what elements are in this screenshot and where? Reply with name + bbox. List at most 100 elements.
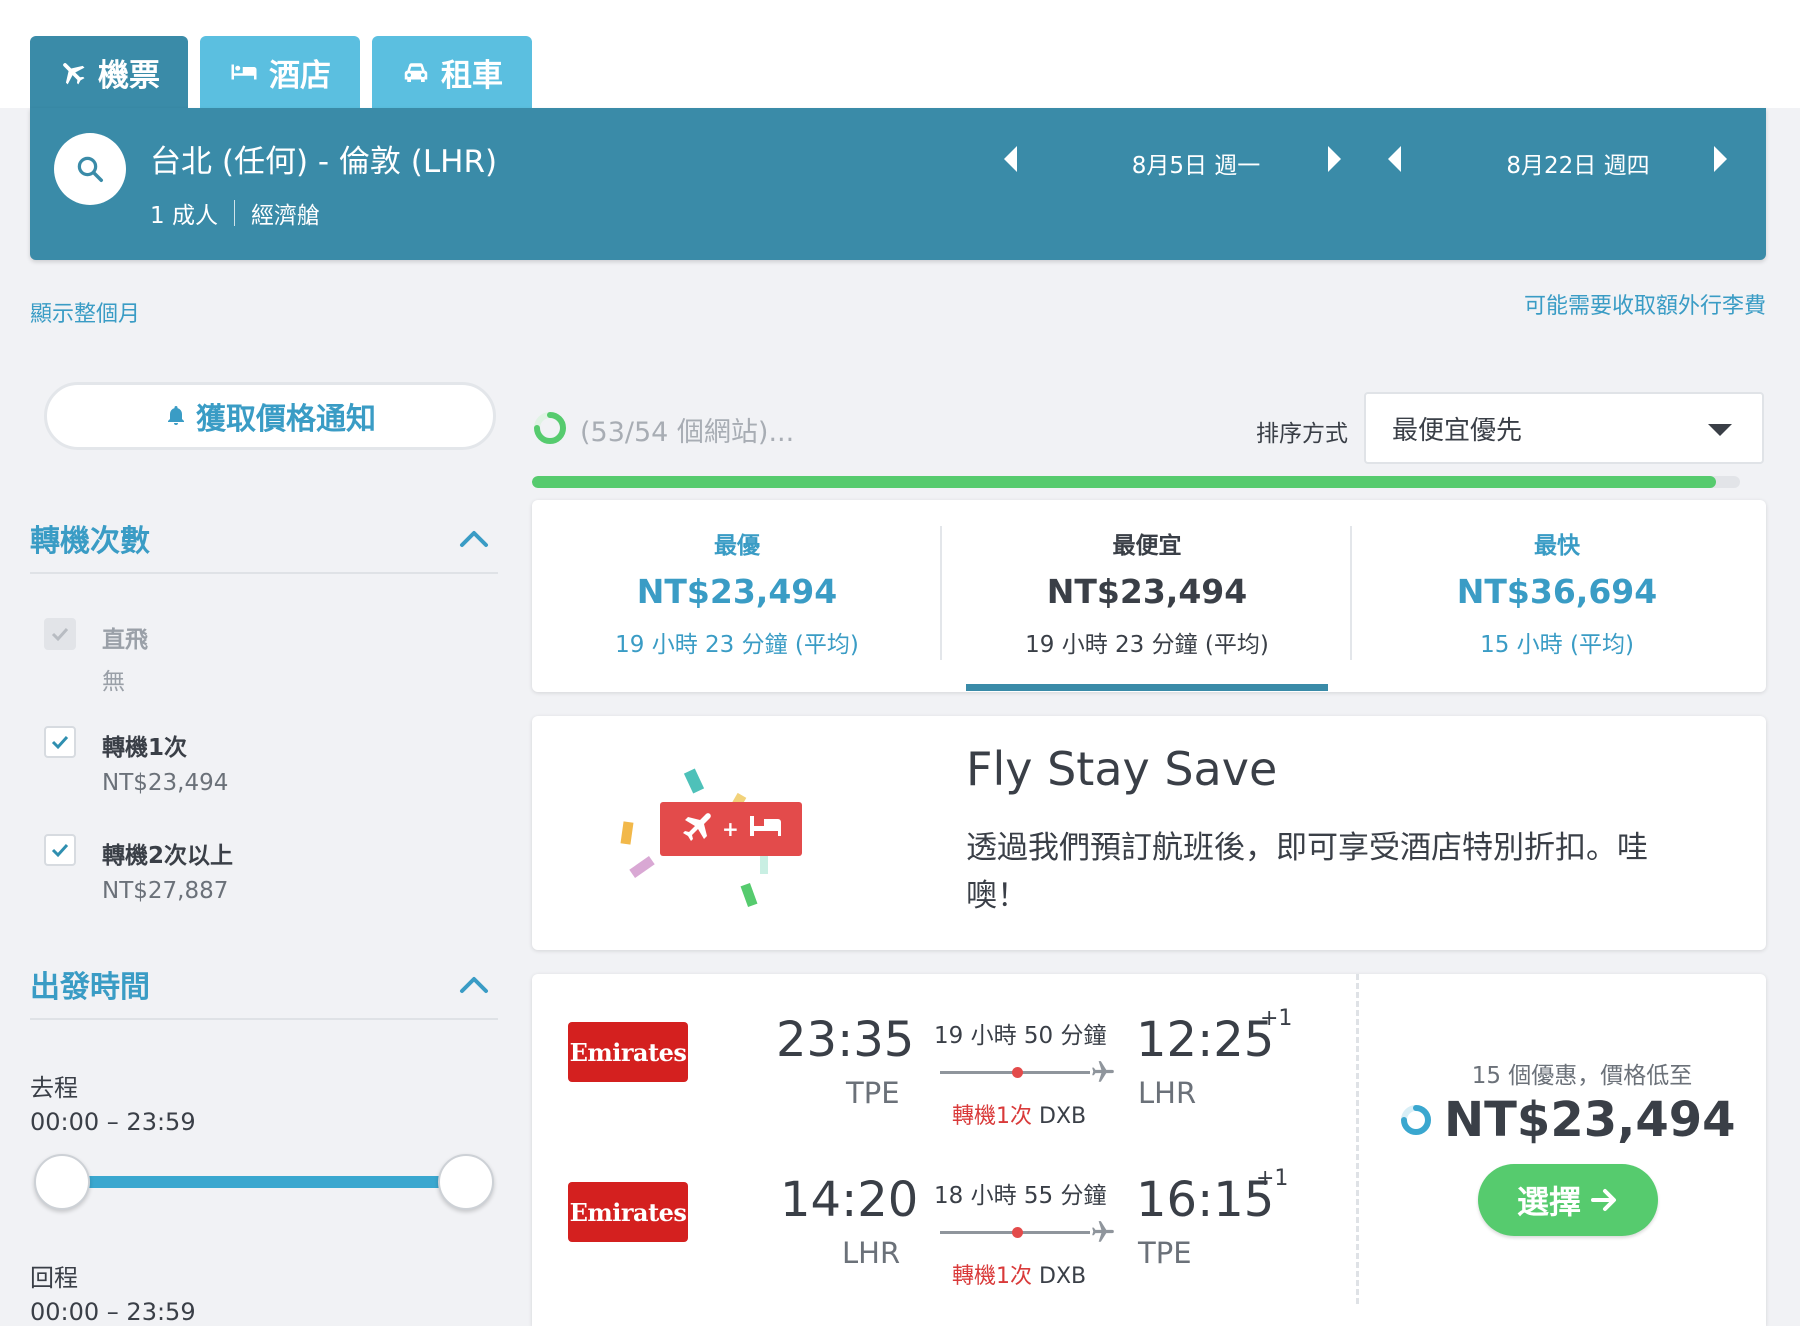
select-label: 選擇 xyxy=(1516,1183,1581,1221)
stop-airport: DXB xyxy=(1039,1264,1087,1289)
search-icon xyxy=(77,156,103,182)
direct-checkbox[interactable] xyxy=(44,618,76,650)
stops-info: 轉機1次 DXB xyxy=(952,1258,1086,1290)
depart-next-day-button[interactable] xyxy=(1328,146,1341,172)
baggage-fee-link[interactable]: 可能需要收取額外行李費 xyxy=(1524,288,1766,320)
sort-select[interactable]: 最便宜優先 xyxy=(1364,392,1764,464)
summary-best[interactable]: 最優 NT$23,494 19 小時 23 分鐘 (平均) xyxy=(532,500,942,690)
flight-duration: 18 小時 55 分鐘 xyxy=(934,1183,1107,1209)
slider-max-handle[interactable] xyxy=(438,1154,494,1210)
price-alert-label: 獲取價格通知 xyxy=(196,402,376,437)
caret-down-icon xyxy=(1708,424,1732,436)
arrow-right-icon xyxy=(1591,1189,1616,1211)
two-plus-stops-price: NT$27,887 xyxy=(102,878,229,904)
divider xyxy=(30,1018,498,1020)
divider xyxy=(30,572,498,574)
chevron-up-icon[interactable] xyxy=(458,528,490,548)
flight-hotel-bundle-icon: + xyxy=(620,768,802,908)
stop-airport: DXB xyxy=(1039,1104,1087,1129)
price-alert-button[interactable]: 獲取價格通知 xyxy=(44,382,496,450)
tab-label: 租車 xyxy=(441,57,503,94)
airline-logo: Emirates xyxy=(568,1022,688,1082)
chevron-up-icon[interactable] xyxy=(458,974,490,994)
summary-duration: 15 小時 (平均) xyxy=(1480,632,1634,658)
stops-count: 轉機1次 xyxy=(952,1264,1032,1289)
tab-flights[interactable]: 機票 xyxy=(30,36,188,108)
divider xyxy=(1356,974,1359,1304)
plane-icon xyxy=(1092,1061,1114,1082)
summary-price: NT$23,494 xyxy=(1046,572,1248,611)
depart-prev-day-button[interactable] xyxy=(1004,146,1017,172)
stop-dot xyxy=(1012,1067,1023,1078)
summary-cheapest[interactable]: 最便宜 NT$23,494 19 小時 23 分鐘 (平均) xyxy=(942,500,1352,690)
promo-title: Fly Stay Save xyxy=(966,742,1278,796)
search-summary-bar[interactable]: 台北 (任何) - 倫敦 (LHR) 1 成人 經濟艙 8月5日 週一 8月22… xyxy=(30,108,1766,260)
select-flight-button[interactable]: 選擇 xyxy=(1478,1164,1658,1236)
return-prev-day-button[interactable] xyxy=(1388,146,1401,172)
tab-label: 酒店 xyxy=(269,57,331,94)
return-range: 00:00 – 23:59 xyxy=(30,1298,196,1326)
one-stop-checkbox[interactable] xyxy=(44,726,76,758)
departure-airport: LHR xyxy=(842,1236,901,1270)
progress-bar xyxy=(532,476,1740,488)
two-plus-stops-checkbox[interactable] xyxy=(44,834,76,866)
car-icon xyxy=(404,63,428,82)
stop-dot xyxy=(1012,1227,1023,1238)
checkmark-icon xyxy=(51,735,69,750)
active-tab-indicator xyxy=(966,684,1328,691)
loading-spinner-icon xyxy=(1401,1105,1431,1135)
summary-price: NT$23,494 xyxy=(636,572,838,611)
one-stop-label: 轉機1次 xyxy=(102,735,188,761)
return-label: 回程 xyxy=(30,1264,78,1292)
search-button[interactable] xyxy=(54,133,126,205)
result-price: NT$23,494 xyxy=(1398,1092,1736,1148)
slider-min-handle[interactable] xyxy=(34,1154,90,1210)
direct-label: 直飛 xyxy=(102,627,148,653)
route-text[interactable]: 台北 (任何) - 倫敦 (LHR) xyxy=(150,136,497,181)
summary-label: 最便宜 xyxy=(1112,533,1182,559)
plane-icon xyxy=(63,63,85,85)
return-date[interactable]: 8月22日 週四 xyxy=(1448,146,1708,180)
two-plus-stops-label: 轉機2次以上 xyxy=(102,843,234,869)
arrival-time: 16:15 xyxy=(1136,1172,1275,1228)
departure-time: 14:20 xyxy=(780,1172,919,1228)
loading-spinner-icon xyxy=(534,412,566,444)
price-value: NT$23,494 xyxy=(1444,1092,1736,1148)
day-offset: +1 xyxy=(1260,1006,1293,1031)
stops-filter-title[interactable]: 轉機次數 xyxy=(30,516,150,560)
return-next-day-button[interactable] xyxy=(1714,146,1727,172)
progress-fill xyxy=(532,476,1716,488)
arrival-time: 12:25 xyxy=(1136,1012,1275,1068)
stops-info: 轉機1次 DXB xyxy=(952,1098,1086,1130)
divider xyxy=(233,200,235,226)
cabin-class: 經濟艙 xyxy=(250,203,320,229)
bell-icon xyxy=(168,406,184,425)
day-offset: +1 xyxy=(1256,1166,1289,1191)
tab-car-rental[interactable]: 租車 xyxy=(372,36,532,108)
summary-fastest[interactable]: 最快 NT$36,694 15 小時 (平均) xyxy=(1352,500,1762,690)
departure-time: 23:35 xyxy=(776,1012,915,1068)
depart-date[interactable]: 8月5日 週一 xyxy=(1066,146,1326,180)
sort-label: 排序方式 xyxy=(1256,421,1348,447)
promo-text: 透過我們預訂航班後，即可享受酒店特別折扣。哇噢！ xyxy=(966,830,1648,914)
summary-duration: 19 小時 23 分鐘 (平均) xyxy=(1025,632,1269,658)
bed-icon xyxy=(231,64,257,80)
one-stop-price: NT$23,494 xyxy=(102,770,229,796)
progress-text: (53/54 個網站)... xyxy=(580,417,795,448)
flight-result-card[interactable]: Emirates 23:35 TPE 19 小時 50 分鐘 轉機1次 DXB … xyxy=(532,974,1766,1326)
outbound-time-slider[interactable] xyxy=(60,1176,466,1188)
summary-label: 最快 xyxy=(1534,533,1580,559)
departure-time-filter-title[interactable]: 出發時間 xyxy=(30,962,150,1006)
sort-selected: 最便宜優先 xyxy=(1392,415,1523,446)
fly-stay-save-card[interactable]: + Fly Stay Save 透過我們預訂航班後，即可享受酒店特別折扣。哇噢！ xyxy=(532,716,1766,950)
show-month-link[interactable]: 顯示整個月 xyxy=(30,296,140,328)
passenger-cabin[interactable]: 1 成人 經濟艙 xyxy=(150,196,320,230)
summary-label: 最優 xyxy=(714,533,760,559)
plane-icon xyxy=(1092,1221,1114,1242)
tab-hotels[interactable]: 酒店 xyxy=(200,36,360,108)
flight-duration: 19 小時 50 分鐘 xyxy=(934,1023,1107,1049)
outbound-label: 去程 xyxy=(30,1074,78,1102)
departure-airport: TPE xyxy=(846,1076,900,1110)
deals-count: 15 個優惠，價格低至 xyxy=(1471,1063,1693,1089)
summary-duration: 19 小時 23 分鐘 (平均) xyxy=(615,632,859,658)
